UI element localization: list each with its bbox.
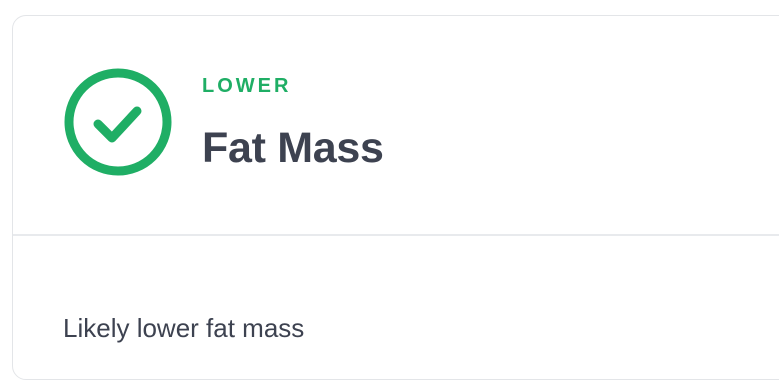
check-circle-icon	[63, 67, 173, 177]
card-body: Likely lower fat mass	[13, 236, 779, 379]
trait-result-card: LOWER Fat Mass Likely lower fat mass	[12, 15, 779, 380]
result-description: Likely lower fat mass	[63, 313, 305, 343]
trait-title: Fat Mass	[202, 124, 384, 172]
status-label: LOWER	[202, 75, 292, 97]
card-header: LOWER Fat Mass	[13, 16, 779, 236]
